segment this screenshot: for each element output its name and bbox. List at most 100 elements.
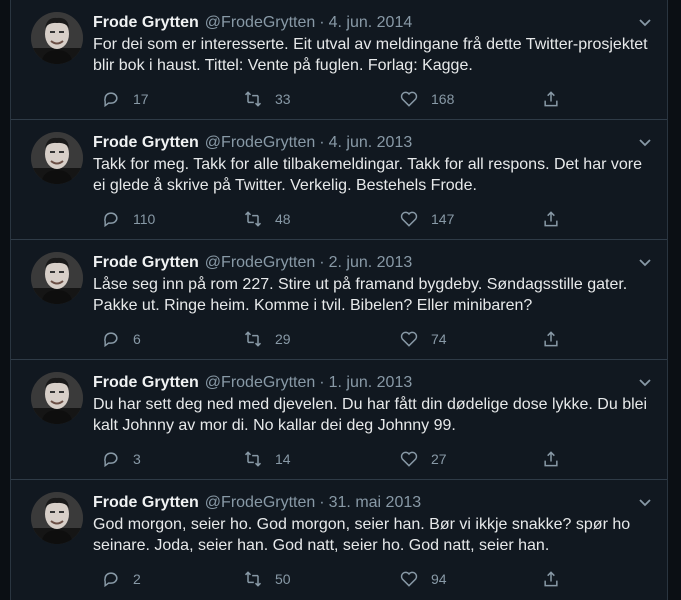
tweet-header: Frode Grytten @FrodeGrytten · 4. jun. 2014 bbox=[93, 12, 627, 34]
share-icon bbox=[544, 331, 558, 347]
reply-icon bbox=[104, 212, 118, 228]
avatar[interactable] bbox=[31, 252, 83, 304]
retweet-icon bbox=[244, 211, 262, 227]
author-handle[interactable]: @FrodeGrytten bbox=[205, 494, 316, 511]
retweet-icon bbox=[244, 571, 262, 587]
like-count: 147 bbox=[431, 211, 455, 227]
tweet-date[interactable]: 4. jun. 2013 bbox=[329, 134, 413, 151]
retweet-button[interactable]: 33 bbox=[243, 88, 291, 110]
chevron-down-icon[interactable] bbox=[637, 254, 653, 270]
author-name[interactable]: Frode Grytten bbox=[93, 494, 199, 511]
tweet-actions: 2 50 94 bbox=[93, 568, 573, 590]
retweet-icon bbox=[244, 451, 262, 467]
tweet[interactable]: Frode Grytten @FrodeGrytten · 1. jun. 2013 … bbox=[11, 360, 667, 480]
share-button[interactable] bbox=[541, 88, 561, 110]
share-icon bbox=[544, 571, 558, 587]
reply-button[interactable]: 6 bbox=[101, 328, 141, 350]
like-button[interactable]: 74 bbox=[399, 328, 447, 350]
chevron-down-icon[interactable] bbox=[637, 494, 653, 510]
heart-icon bbox=[400, 91, 418, 107]
retweet-button[interactable]: 29 bbox=[243, 328, 291, 350]
heart-icon bbox=[400, 211, 418, 227]
author-name[interactable]: Frode Grytten bbox=[93, 14, 199, 31]
heart-icon bbox=[400, 331, 418, 347]
tweet[interactable]: Frode Grytten @FrodeGrytten · 2. jun. 2013 … bbox=[11, 240, 667, 360]
like-button[interactable]: 94 bbox=[399, 568, 447, 590]
share-icon bbox=[544, 451, 558, 467]
tweet-actions: 3 14 27 bbox=[93, 448, 573, 470]
share-icon bbox=[544, 211, 558, 227]
retweet-icon bbox=[244, 331, 262, 347]
author-handle[interactable]: @FrodeGrytten bbox=[205, 14, 316, 31]
retweet-count: 48 bbox=[275, 211, 291, 227]
avatar[interactable] bbox=[31, 12, 83, 64]
like-count: 74 bbox=[431, 331, 447, 347]
reply-icon bbox=[104, 92, 118, 108]
like-button[interactable]: 168 bbox=[399, 88, 454, 110]
separator-dot: · bbox=[319, 14, 325, 31]
reply-count: 110 bbox=[133, 211, 156, 227]
heart-icon bbox=[400, 451, 418, 467]
reply-button[interactable]: 17 bbox=[101, 88, 149, 110]
author-name[interactable]: Frode Grytten bbox=[93, 134, 199, 151]
tweet-date[interactable]: 4. jun. 2014 bbox=[329, 14, 413, 31]
retweet-button[interactable]: 14 bbox=[243, 448, 291, 470]
share-icon bbox=[544, 91, 558, 107]
separator-dot: · bbox=[319, 374, 325, 391]
separator-dot: · bbox=[319, 254, 325, 271]
author-handle[interactable]: @FrodeGrytten bbox=[205, 134, 316, 151]
tweet-text: God morgon, seier ho. God morgon, seier … bbox=[93, 516, 631, 554]
like-count: 27 bbox=[431, 451, 447, 467]
author-handle[interactable]: @FrodeGrytten bbox=[205, 374, 316, 391]
author-name[interactable]: Frode Grytten bbox=[93, 374, 199, 391]
tweet-text: Takk for meg. Takk for alle tilbakemeldi… bbox=[93, 156, 642, 194]
tweet[interactable]: Frode Grytten @FrodeGrytten · 4. jun. 2013 … bbox=[11, 120, 667, 240]
tweet-text: Låse seg inn på rom 227. Stire ut på fra… bbox=[93, 276, 628, 314]
retweet-count: 29 bbox=[275, 331, 291, 347]
tweet-header: Frode Grytten @FrodeGrytten · 1. jun. 2013 bbox=[93, 372, 627, 394]
chevron-down-icon[interactable] bbox=[637, 134, 653, 150]
avatar[interactable] bbox=[31, 132, 83, 184]
tweet-actions: 17 33 168 bbox=[93, 88, 573, 110]
reply-button[interactable]: 110 bbox=[101, 208, 155, 230]
avatar[interactable] bbox=[31, 492, 83, 544]
separator-dot: · bbox=[319, 134, 325, 151]
author-name[interactable]: Frode Grytten bbox=[93, 254, 199, 271]
like-count: 94 bbox=[431, 571, 447, 587]
avatar[interactable] bbox=[31, 372, 83, 424]
like-button[interactable]: 27 bbox=[399, 448, 447, 470]
share-button[interactable] bbox=[541, 448, 561, 470]
retweet-count: 14 bbox=[275, 451, 291, 467]
reply-icon bbox=[104, 572, 118, 588]
tweet-text: Du har sett deg ned med djevelen. Du har… bbox=[93, 396, 648, 434]
reply-count: 3 bbox=[133, 451, 141, 467]
separator-dot: · bbox=[319, 494, 325, 511]
reply-count: 6 bbox=[133, 331, 141, 347]
like-count: 168 bbox=[431, 91, 455, 107]
chevron-down-icon[interactable] bbox=[637, 14, 653, 30]
reply-count: 17 bbox=[133, 91, 149, 107]
tweet[interactable]: Frode Grytten @FrodeGrytten · 31. mai 2013 … bbox=[11, 480, 667, 600]
chevron-down-icon[interactable] bbox=[637, 374, 653, 390]
tweet-date[interactable]: 31. mai 2013 bbox=[329, 494, 422, 511]
tweet-actions: 110 48 147 bbox=[93, 208, 573, 230]
tweet[interactable]: Frode Grytten @FrodeGrytten · 4. jun. 2014 … bbox=[11, 0, 667, 120]
tweet-header: Frode Grytten @FrodeGrytten · 4. jun. 2013 bbox=[93, 132, 627, 154]
tweet-date[interactable]: 1. jun. 2013 bbox=[329, 374, 413, 391]
timeline: Frode Grytten @FrodeGrytten · 4. jun. 2014 … bbox=[10, 0, 668, 600]
retweet-button[interactable]: 48 bbox=[243, 208, 291, 230]
share-button[interactable] bbox=[541, 208, 561, 230]
reply-button[interactable]: 2 bbox=[101, 568, 141, 590]
share-button[interactable] bbox=[541, 568, 561, 590]
tweet-text: For dei som er interesserte. Eit utval a… bbox=[93, 36, 648, 74]
reply-button[interactable]: 3 bbox=[101, 448, 141, 470]
like-button[interactable]: 147 bbox=[399, 208, 454, 230]
reply-count: 2 bbox=[133, 571, 141, 587]
share-button[interactable] bbox=[541, 328, 561, 350]
retweet-button[interactable]: 50 bbox=[243, 568, 291, 590]
heart-icon bbox=[400, 571, 418, 587]
tweet-date[interactable]: 2. jun. 2013 bbox=[329, 254, 413, 271]
reply-icon bbox=[104, 332, 118, 348]
author-handle[interactable]: @FrodeGrytten bbox=[205, 254, 316, 271]
reply-icon bbox=[104, 452, 118, 468]
